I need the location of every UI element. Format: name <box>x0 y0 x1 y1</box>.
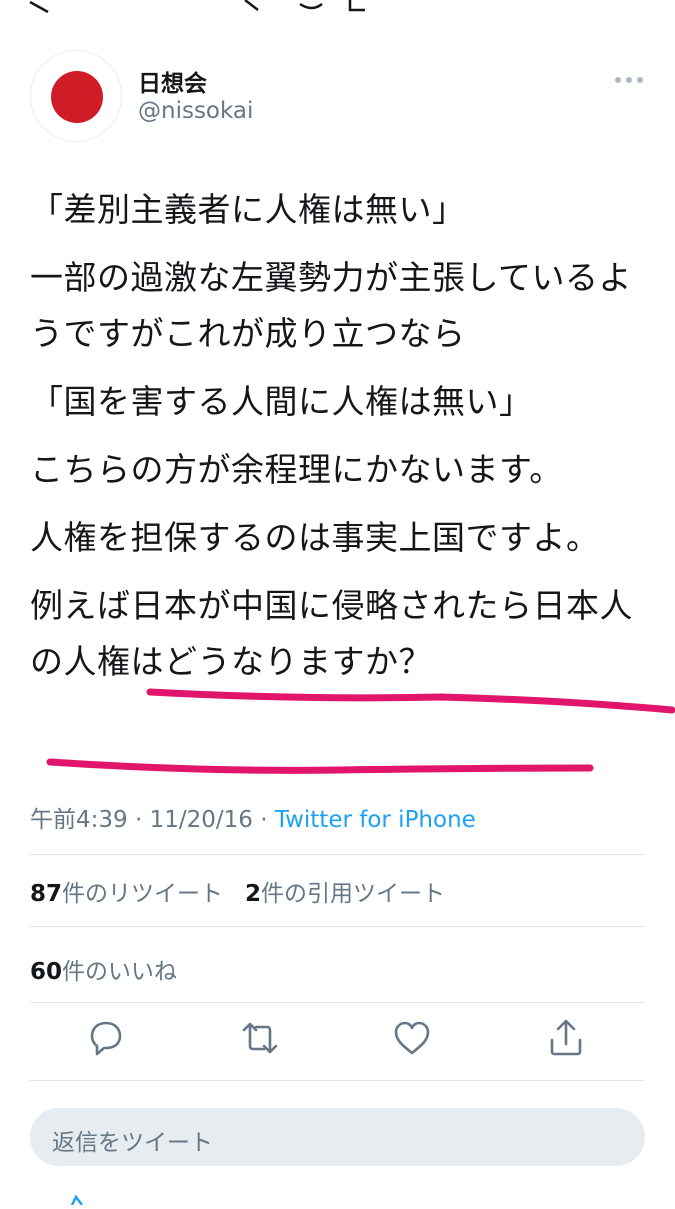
user-handle[interactable]: @nissokai <box>138 98 253 124</box>
tweet-source-link[interactable]: Twitter for iPhone <box>275 807 476 833</box>
cropped-next-content <box>60 1190 100 1206</box>
retweet-icon[interactable] <box>238 1016 282 1060</box>
tweet-paragraph: こちらの方が余程理にかないます。 <box>30 450 563 489</box>
retweets-count: 87 <box>30 881 63 907</box>
tweet-text: 「差別主義者に人権は無い」 一部の過激な左翼勢力が主張しているようですがこれが成… <box>30 182 640 702</box>
action-bar <box>0 1016 675 1066</box>
tweet-meta: 午前4:39 · 11/20/16 · Twitter for iPhone <box>30 800 476 834</box>
display-name[interactable]: 日想会 <box>138 64 207 98</box>
tweet-paragraph: 例えば日本が中国に侵略されたら日本人の人権はどうなりますか？ <box>30 586 633 681</box>
tweet-paragraph: 「国を害する人間に人権は無い」 <box>30 382 533 421</box>
quotes-label: 件の引用ツイート <box>261 881 446 907</box>
avatar[interactable] <box>30 50 122 142</box>
reply-icon[interactable] <box>84 1016 128 1060</box>
divider <box>30 854 645 855</box>
tweet-paragraph: 一部の過激な左翼勢力が主張しているようですがこれが成り立つなら <box>30 258 633 353</box>
reply-input[interactable]: 返信をツイート <box>30 1108 645 1166</box>
like-stats[interactable]: 60件のいいね <box>30 952 177 986</box>
divider <box>30 1080 645 1081</box>
retweets-link[interactable]: 87件のリツイート <box>30 881 223 907</box>
meta-separator: · <box>127 807 150 833</box>
quotes-count: 2 <box>245 881 262 907</box>
more-options-icon[interactable] <box>613 70 645 90</box>
tweet-paragraph: 人権を担保するのは事実上国ですよ。 <box>30 518 600 557</box>
divider <box>30 926 645 927</box>
hinomaru-flag-icon <box>51 71 103 123</box>
tweet-time[interactable]: 午前4:39 <box>30 807 128 833</box>
tweet-date[interactable]: 11/20/16 <box>150 807 253 833</box>
likes-label: 件のいいね <box>62 959 178 985</box>
cropped-previous-content <box>0 0 675 14</box>
tweet-paragraph: 「差別主義者に人権は無い」 <box>30 190 466 229</box>
meta-separator: · <box>252 807 275 833</box>
quotes-link[interactable]: 2件の引用ツイート <box>245 881 445 907</box>
retweets-label: 件のリツイート <box>62 881 224 907</box>
heart-icon[interactable] <box>390 1016 434 1060</box>
likes-count: 60 <box>30 959 63 985</box>
retweet-stats: 87件のリツイート 2件の引用ツイート <box>30 874 445 908</box>
share-icon[interactable] <box>544 1016 588 1060</box>
tweet-header: 日想会 @nissokai <box>30 50 645 142</box>
divider <box>30 1002 645 1003</box>
reply-placeholder: 返信をツイート <box>52 1130 213 1156</box>
